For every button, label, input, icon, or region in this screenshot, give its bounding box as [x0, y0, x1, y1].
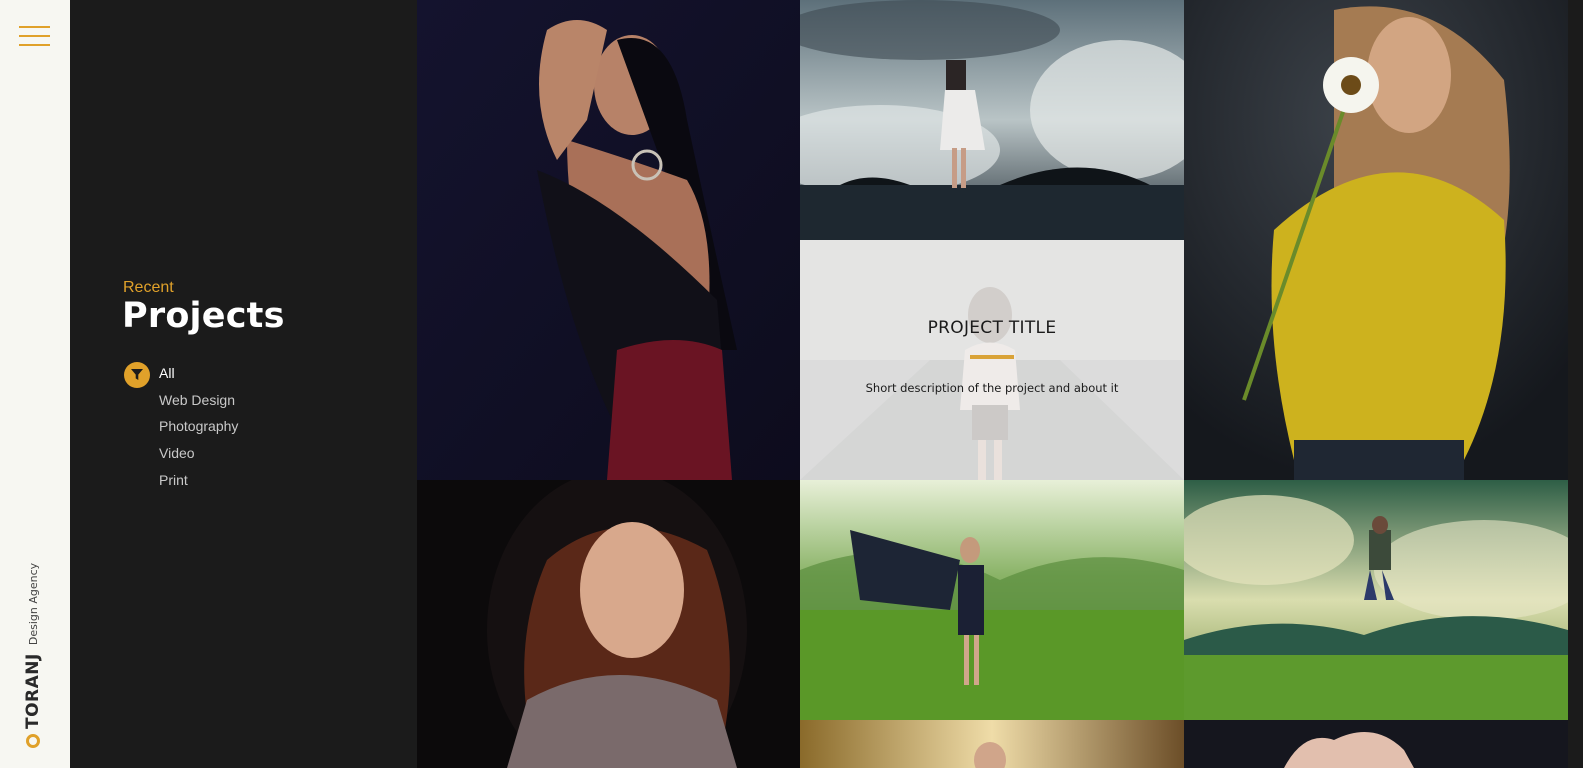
photo-hands: [1184, 720, 1568, 768]
left-rail: TORANJ Design Agency: [0, 0, 70, 768]
photo-sunset: [800, 720, 1184, 768]
photo-portrait: [417, 480, 800, 768]
filter-all[interactable]: All: [159, 364, 238, 391]
filter-video[interactable]: Video: [159, 444, 238, 471]
photo-dancer: [417, 0, 800, 480]
filter-icon: [124, 362, 150, 388]
filter-web-design[interactable]: Web Design: [159, 391, 238, 418]
project-description: Short description of the project and abo…: [865, 381, 1119, 395]
section-kicker: Recent: [123, 279, 174, 296]
filter-print[interactable]: Print: [159, 471, 238, 498]
portfolio-item-sunset[interactable]: [800, 720, 1184, 768]
portfolio-item-featured[interactable]: PROJECT TITLE Short description of the p…: [800, 240, 1184, 480]
project-title[interactable]: PROJECT TITLE: [800, 318, 1184, 338]
photo-field-scarf: [800, 480, 1184, 720]
filter-list: All Web Design Photography Video Print: [159, 364, 238, 497]
portfolio-item-jump[interactable]: [1184, 480, 1568, 720]
hamburger-menu-icon[interactable]: [19, 26, 50, 48]
projects-sidebar: Recent Projects All Web Design Photograp…: [70, 0, 417, 768]
title-underline: [970, 355, 1014, 359]
portfolio-item-dancer[interactable]: [417, 0, 800, 480]
portfolio-item-portrait[interactable]: [417, 480, 800, 768]
photo-jump-clouds: [1184, 480, 1568, 720]
ring-logo-icon: [26, 734, 40, 748]
portfolio-item-field[interactable]: [800, 480, 1184, 720]
filter-photography[interactable]: Photography: [159, 417, 238, 444]
page-title: Projects: [122, 296, 285, 336]
photo-flower-girl: [1184, 0, 1568, 480]
project-hover-overlay: [800, 240, 1184, 480]
brand-name: TORANJ: [23, 653, 43, 729]
brand-tagline: Design Agency: [26, 562, 40, 646]
photo-sea-splash: [800, 0, 1184, 240]
brand-logo[interactable]: TORANJ Design Agency: [23, 563, 43, 748]
portfolio-item-sea[interactable]: [800, 0, 1184, 240]
portfolio-item-hands[interactable]: [1184, 720, 1568, 768]
portfolio-item-flower[interactable]: [1184, 0, 1568, 480]
